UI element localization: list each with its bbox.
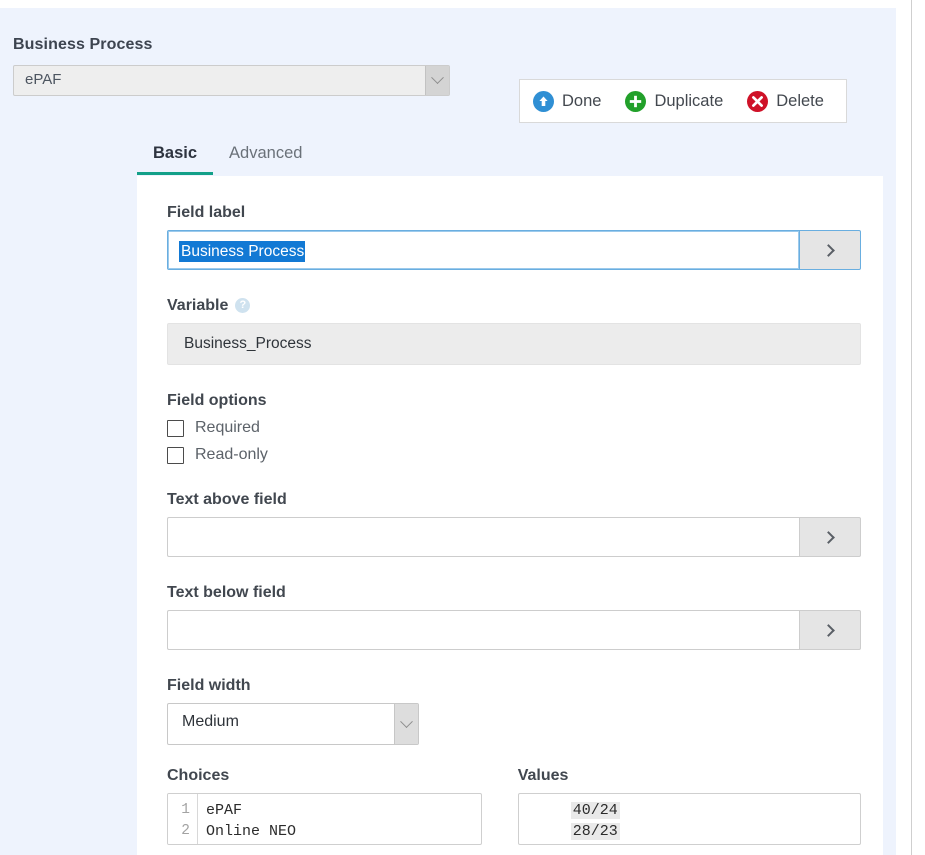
- checkbox-readonly-label: Read-only: [195, 446, 268, 464]
- choices-line-numbers: 1 2: [168, 794, 198, 844]
- values-column: Values 40/24 28/23: [518, 767, 861, 845]
- checkbox-required[interactable]: Required: [167, 419, 861, 437]
- business-process-select[interactable]: ePAF: [13, 65, 450, 96]
- tab-bar: Basic Advanced: [137, 144, 883, 176]
- line-number: 2: [168, 821, 190, 842]
- done-button[interactable]: Done: [533, 91, 601, 112]
- tab-basic[interactable]: Basic: [137, 144, 213, 175]
- values-label: Values: [518, 767, 861, 785]
- values-line: 40/24: [571, 802, 620, 819]
- checkbox-required-label: Required: [195, 419, 260, 437]
- text-below-field-label: Text below field: [167, 584, 861, 602]
- choices-label: Choices: [167, 767, 482, 785]
- text-above-field-label: Text above field: [167, 491, 861, 509]
- business-process-select-value: ePAF: [25, 71, 61, 88]
- values-editor[interactable]: 40/24 28/23: [518, 793, 861, 845]
- field-settings-form: Field label Business Process Variable? B…: [167, 204, 861, 845]
- text-above-field-expand-button[interactable]: [799, 517, 861, 557]
- text-below-field-row: [167, 610, 861, 650]
- app-root: User Name Assigned to L Business Process…: [0, 0, 925, 855]
- values-line: 28/23: [571, 823, 620, 840]
- chevron-down-icon[interactable]: [394, 704, 418, 744]
- field-options-label: Field options: [167, 392, 861, 410]
- choices-values-section: Choices 1 2 ePAF Online NEO Values: [167, 767, 861, 845]
- tab-advanced[interactable]: Advanced: [213, 144, 318, 175]
- field-label-expand-button[interactable]: [799, 230, 861, 270]
- field-width-label: Field width: [167, 677, 861, 695]
- right-gutter: [911, 0, 925, 855]
- text-above-field-row: [167, 517, 861, 557]
- plus-circle-icon: [625, 91, 646, 112]
- field-label-input[interactable]: [167, 230, 799, 270]
- checkbox-required-box[interactable]: [167, 420, 184, 437]
- settings-panel: Business Process ePAF Done Duplicate: [0, 8, 896, 855]
- panel-title: Business Process: [13, 36, 152, 54]
- text-above-field-input[interactable]: [167, 517, 799, 557]
- field-label-label: Field label: [167, 204, 861, 222]
- field-label-row: Business Process: [167, 230, 861, 270]
- checkbox-readonly-box[interactable]: [167, 447, 184, 464]
- choices-line: Online NEO: [206, 821, 296, 842]
- values-lines[interactable]: 40/24 28/23: [527, 794, 620, 844]
- choices-editor[interactable]: 1 2 ePAF Online NEO: [167, 793, 482, 845]
- text-below-field-input[interactable]: [167, 610, 799, 650]
- line-number: 1: [168, 800, 190, 821]
- chevron-down-icon[interactable]: [425, 66, 449, 95]
- delete-button[interactable]: Delete: [747, 91, 824, 112]
- choices-lines[interactable]: ePAF Online NEO: [198, 794, 296, 844]
- checkbox-readonly[interactable]: Read-only: [167, 446, 861, 464]
- duplicate-button-label: Duplicate: [654, 92, 723, 111]
- delete-button-label: Delete: [776, 92, 824, 111]
- variable-label: Variable?: [167, 297, 861, 315]
- variable-value: Business_Process: [167, 323, 861, 365]
- x-circle-icon: [747, 91, 768, 112]
- done-button-label: Done: [562, 92, 601, 111]
- text-below-field-expand-button[interactable]: [799, 610, 861, 650]
- arrow-up-circle-icon: [533, 91, 554, 112]
- choices-column: Choices 1 2 ePAF Online NEO: [167, 767, 482, 845]
- help-circle-icon[interactable]: ?: [235, 298, 250, 313]
- variable-label-text: Variable: [167, 297, 228, 314]
- duplicate-button[interactable]: Duplicate: [625, 91, 723, 112]
- field-width-select[interactable]: Medium: [167, 703, 419, 745]
- choices-line: ePAF: [206, 800, 296, 821]
- action-toolbar: Done Duplicate Delete: [519, 79, 847, 123]
- field-width-value: Medium: [182, 713, 239, 731]
